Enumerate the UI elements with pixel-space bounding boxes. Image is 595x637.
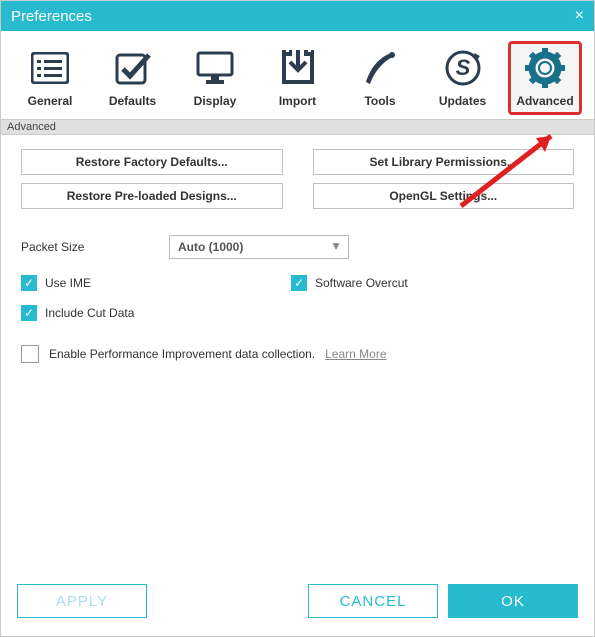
tab-tools[interactable]: Tools <box>343 41 417 115</box>
checkbox-label: Use IME <box>45 276 91 290</box>
apply-button[interactable]: APPLY <box>17 584 147 618</box>
packet-size-select[interactable]: Auto (1000) ▼ <box>169 235 349 259</box>
monitor-icon <box>195 48 235 88</box>
close-icon[interactable]: × <box>575 7 584 25</box>
restore-preloaded-designs-button[interactable]: Restore Pre-loaded Designs... <box>21 183 283 209</box>
learn-more-link[interactable]: Learn More <box>325 347 386 361</box>
import-icon <box>278 48 318 88</box>
tab-advanced[interactable]: Advanced <box>508 41 582 115</box>
opengl-settings-button[interactable]: OpenGL Settings... <box>313 183 575 209</box>
ok-button[interactable]: OK <box>448 584 578 618</box>
include-cut-data-checkbox[interactable]: ✓ Include Cut Data <box>21 305 291 321</box>
tab-label: Display <box>194 94 237 108</box>
use-ime-checkbox[interactable]: ✓ Use IME <box>21 275 291 291</box>
section-header: Advanced <box>1 119 594 135</box>
cancel-button[interactable]: CANCEL <box>308 584 438 618</box>
tab-defaults[interactable]: Defaults <box>96 41 170 115</box>
titlebar: Preferences × <box>1 1 594 31</box>
checkbox-label: Software Overcut <box>315 276 408 290</box>
packet-size-value: Auto (1000) <box>178 240 243 254</box>
tab-display[interactable]: Display <box>178 41 252 115</box>
tab-import[interactable]: Import <box>261 41 335 115</box>
tab-general[interactable]: General <box>13 41 87 115</box>
checkbox-label: Enable Performance Improvement data coll… <box>49 347 315 361</box>
dialog-footer: APPLY CANCEL OK <box>1 580 594 636</box>
tab-strip: General Defaults Display Import Tools S … <box>1 31 594 119</box>
chevron-down-icon: ▼ <box>330 239 342 253</box>
tab-label: Advanced <box>516 94 573 108</box>
pencil-icon <box>360 48 400 88</box>
svg-text:S: S <box>455 55 470 80</box>
tab-label: Updates <box>439 94 486 108</box>
gear-icon <box>525 48 565 88</box>
window-title: Preferences <box>11 8 92 25</box>
check-icon: ✓ <box>291 275 307 291</box>
checkbox-icon <box>113 48 153 88</box>
tab-updates[interactable]: S Updates <box>426 41 500 115</box>
tab-label: General <box>28 94 73 108</box>
packet-size-label: Packet Size <box>21 240 151 254</box>
set-library-permissions-button[interactable]: Set Library Permissions... <box>313 149 575 175</box>
restore-factory-defaults-button[interactable]: Restore Factory Defaults... <box>21 149 283 175</box>
check-icon: ✓ <box>21 275 37 291</box>
tab-label: Import <box>279 94 316 108</box>
check-icon: ✓ <box>21 305 37 321</box>
tab-label: Defaults <box>109 94 156 108</box>
software-overcut-checkbox[interactable]: ✓ Software Overcut <box>291 275 561 291</box>
content-area: Restore Factory Defaults... Set Library … <box>1 135 594 363</box>
updates-icon: S <box>443 48 483 88</box>
checkbox-label: Include Cut Data <box>45 306 134 320</box>
list-icon <box>30 48 70 88</box>
performance-data-checkbox[interactable] <box>21 345 39 363</box>
tab-label: Tools <box>364 94 395 108</box>
